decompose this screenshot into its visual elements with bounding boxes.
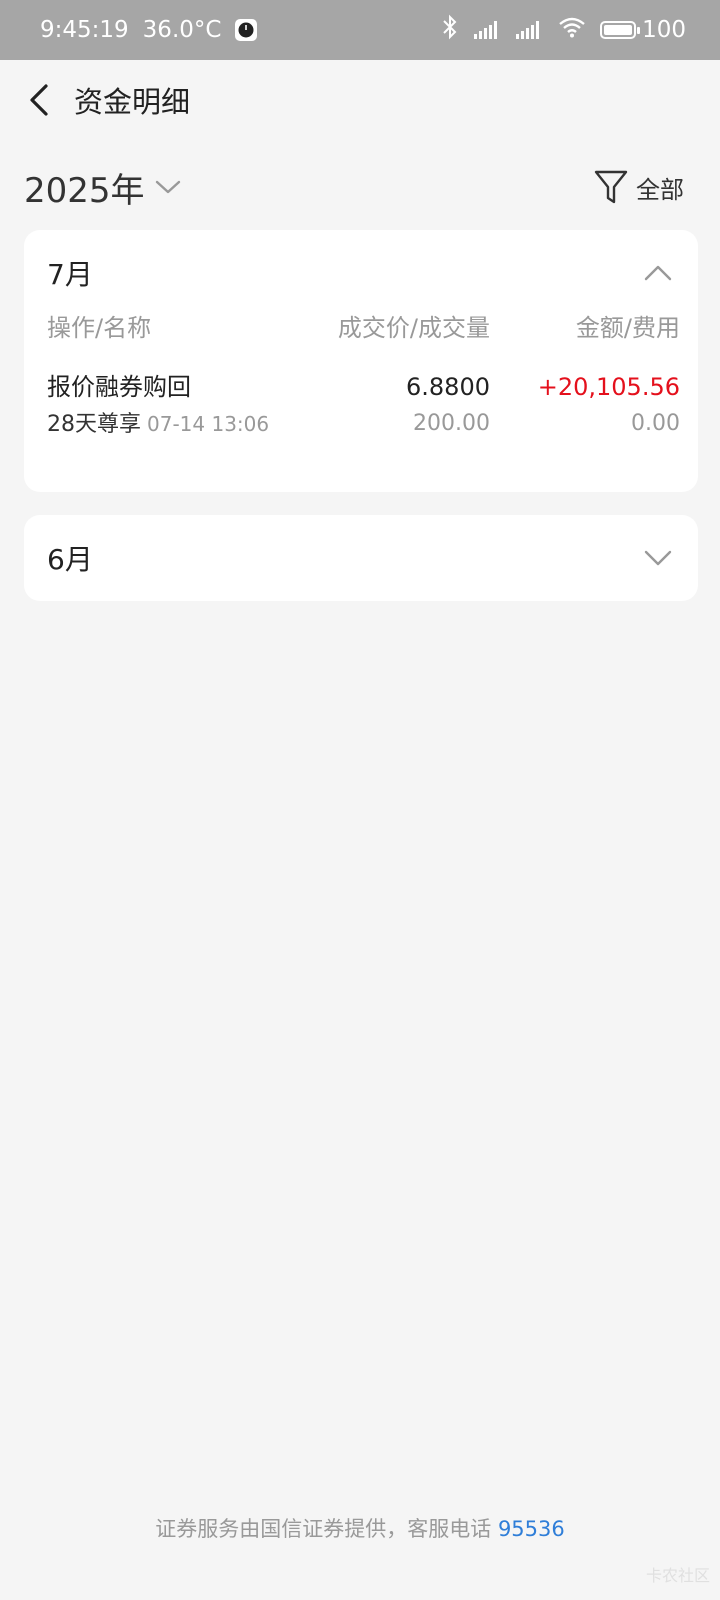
chevron-left-icon (30, 84, 48, 116)
filter-button[interactable]: 全部 (594, 169, 684, 205)
bluetooth-icon (440, 14, 460, 46)
month-header-june[interactable]: 6月 (24, 515, 698, 601)
column-headers: 操作/名称 成交价/成交量 金额/费用 (24, 302, 698, 348)
chevron-up-icon (644, 265, 672, 281)
back-button[interactable] (4, 60, 74, 140)
status-bar-left: 9:45:19 36.0°C (40, 17, 258, 43)
chevron-down-icon (155, 180, 180, 194)
transaction-volume: 200.00 (413, 411, 490, 436)
clock-app-icon (235, 19, 258, 41)
status-time: 9:45:19 (40, 17, 129, 43)
month-label: 7月 (47, 258, 93, 291)
footer-text: 证券服务由国信证券提供，客服电话 (155, 1517, 498, 1541)
app-header: 资金明细 (0, 60, 720, 140)
column-header-amount: 金额/费用 (575, 313, 680, 342)
chevron-down-icon (644, 550, 672, 566)
battery-fill (604, 25, 633, 35)
status-bar-right: 100 (440, 14, 686, 46)
transaction-operation-cell: 报价融券购回 28天尊享 07-14 13:06 (47, 368, 290, 442)
customer-service-phone-link[interactable]: 95536 (498, 1517, 565, 1541)
status-temperature: 36.0°C (142, 17, 222, 43)
filter-bar: 2025年 全部 (24, 160, 684, 214)
transaction-time: 07-14 13:06 (147, 412, 270, 436)
year-label: 2025年 (24, 170, 145, 211)
month-card-june: 6月 (24, 515, 698, 601)
status-bar: 9:45:19 36.0°C 100 (0, 0, 720, 60)
filter-label: 全部 (636, 175, 684, 204)
transaction-detail: 28天尊享 07-14 13:06 (47, 406, 290, 442)
month-card-july: 7月 操作/名称 成交价/成交量 金额/费用 报价融券购回 28天尊享 07-14… (24, 230, 698, 492)
battery-percent: 100 (642, 17, 686, 43)
wifi-icon (558, 16, 586, 44)
battery-indicator: 100 (600, 17, 686, 43)
transaction-row[interactable]: 报价融券购回 28天尊享 07-14 13:06 6.8800 200.00 +2… (24, 348, 698, 442)
month-label: 6月 (47, 543, 93, 576)
column-header-price: 成交价/成交量 (337, 313, 490, 342)
funnel-icon (594, 170, 628, 204)
transaction-fee: 0.00 (631, 411, 680, 436)
transaction-amount: +20,105.56 (537, 373, 680, 401)
transaction-price-cell: 6.8800 200.00 (290, 368, 490, 442)
footer-note: 证券服务由国信证券提供，客服电话 95536 (0, 1513, 720, 1543)
cellular-signal-icon (474, 20, 502, 40)
cellular-signal-2-icon (516, 20, 544, 40)
transaction-amount-cell: +20,105.56 0.00 (490, 368, 680, 442)
year-selector[interactable]: 2025年 (24, 163, 181, 212)
page-title: 资金明细 (74, 85, 191, 119)
product-name: 28天尊享 (47, 412, 141, 437)
column-header-operation: 操作/名称 (47, 313, 152, 342)
battery-icon (600, 21, 641, 39)
transaction-price: 6.8800 (406, 373, 490, 401)
watermark: 卡农社区 (645, 1566, 710, 1585)
transaction-operation: 报价融券购回 (47, 373, 191, 401)
